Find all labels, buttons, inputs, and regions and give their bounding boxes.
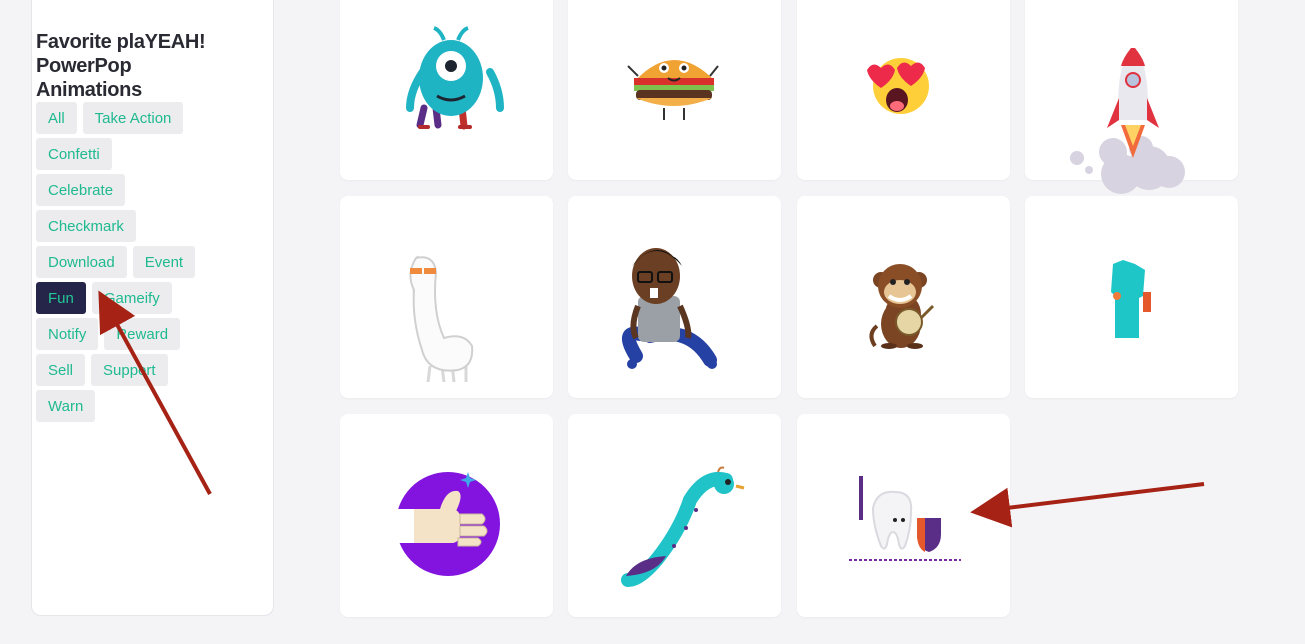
filter-take-action[interactable]: Take Action — [82, 102, 184, 134]
filter-event[interactable]: Event — [132, 246, 196, 278]
filter-notify[interactable]: Notify — [36, 318, 99, 350]
filter-fun[interactable]: Fun — [36, 282, 86, 314]
animation-card-rocket[interactable] — [1025, 0, 1238, 194]
monkey-banjo-icon — [869, 264, 935, 349]
animation-card-llama[interactable] — [340, 196, 553, 398]
animation-card-heart-eyes[interactable] — [797, 0, 1010, 180]
arrow-to-tooth-card — [970, 482, 1205, 528]
filter-gameify[interactable]: Gameify — [91, 282, 172, 314]
animation-card-dancer[interactable] — [568, 196, 781, 398]
filter-download[interactable]: Download — [36, 246, 127, 278]
filter-sell[interactable]: Sell — [36, 354, 86, 386]
animation-card-thumbs-up[interactable] — [340, 414, 553, 617]
llama-sunglasses-icon — [409, 255, 474, 383]
heart-eyes-emoji-icon — [867, 58, 929, 114]
animation-card-monster[interactable] — [340, 0, 553, 180]
filter-celebrate[interactable]: Celebrate — [36, 174, 126, 206]
animation-card-shirt[interactable] — [1025, 196, 1238, 398]
animation-card-tooth[interactable] — [797, 414, 1010, 617]
hamburger-character-icon — [627, 60, 719, 120]
dancing-man-icon — [622, 248, 717, 369]
filter-checkmark[interactable]: Checkmark — [36, 210, 136, 242]
sidebar-title: Favorite plaYEAH! PowerPop Animations — [36, 31, 206, 101]
animation-card-monkey[interactable] — [797, 196, 1010, 398]
animation-card-peacock[interactable] — [568, 414, 781, 617]
filter-all[interactable]: All — [36, 102, 77, 134]
tooth-shield-icon — [849, 476, 961, 561]
teal-shirt-icon — [1111, 260, 1151, 338]
animation-card-hamburger[interactable] — [568, 0, 781, 180]
rocket-launch-icon — [1070, 48, 1185, 194]
filter-reward[interactable]: Reward — [104, 318, 181, 350]
thumbs-up-icon — [396, 472, 500, 576]
peacock-icon — [621, 466, 745, 587]
filter-confetti[interactable]: Confetti — [36, 138, 112, 170]
filter-warn[interactable]: Warn — [36, 390, 96, 422]
one-eyed-monster-icon — [406, 26, 504, 130]
filter-tag-list: All Take Action Confetti Celebrate Check… — [36, 102, 226, 426]
filter-support[interactable]: Support — [91, 354, 168, 386]
